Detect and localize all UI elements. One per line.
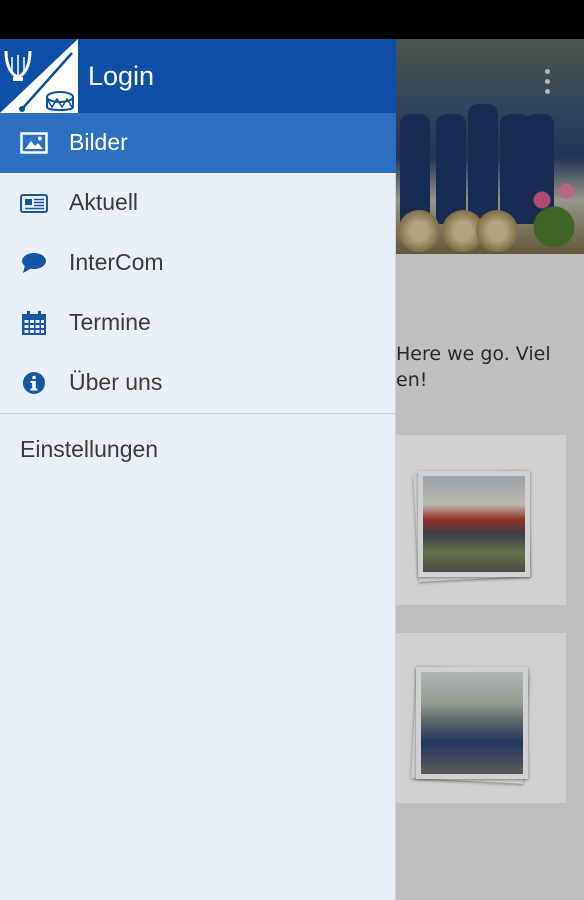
calendar-icon [20, 310, 48, 336]
newspaper-icon [20, 190, 48, 216]
login-label[interactable]: Login [88, 61, 154, 92]
settings-item[interactable]: Einstellungen [20, 436, 158, 463]
menu-item-ueber-uns[interactable]: Über uns [0, 353, 396, 413]
menu-item-label: Aktuell [69, 189, 139, 215]
status-bar [0, 0, 584, 39]
menu-item-bilder[interactable]: Bilder [0, 113, 396, 173]
menu-item-label: Bilder [69, 129, 128, 155]
info-icon [20, 370, 48, 396]
lyre-and-drum-logo [0, 39, 78, 113]
menu-item-aktuell[interactable]: Aktuell [0, 173, 396, 233]
chat-bubble-icon [20, 250, 48, 276]
menu-item-termine[interactable]: Termine [0, 293, 396, 353]
menu-item-label: Über uns [69, 369, 163, 395]
menu-item-intercom[interactable]: InterCom [0, 233, 396, 293]
navigation-drawer: Login Bilder Aktuell InterCom Termine Üb… [0, 39, 396, 900]
menu-divider [0, 413, 396, 414]
drawer-header[interactable]: Login [0, 39, 396, 113]
menu-item-label: InterCom [69, 249, 164, 275]
drawer-scrim[interactable] [396, 39, 584, 900]
menu-item-label: Termine [69, 309, 151, 335]
image-icon [20, 130, 48, 156]
